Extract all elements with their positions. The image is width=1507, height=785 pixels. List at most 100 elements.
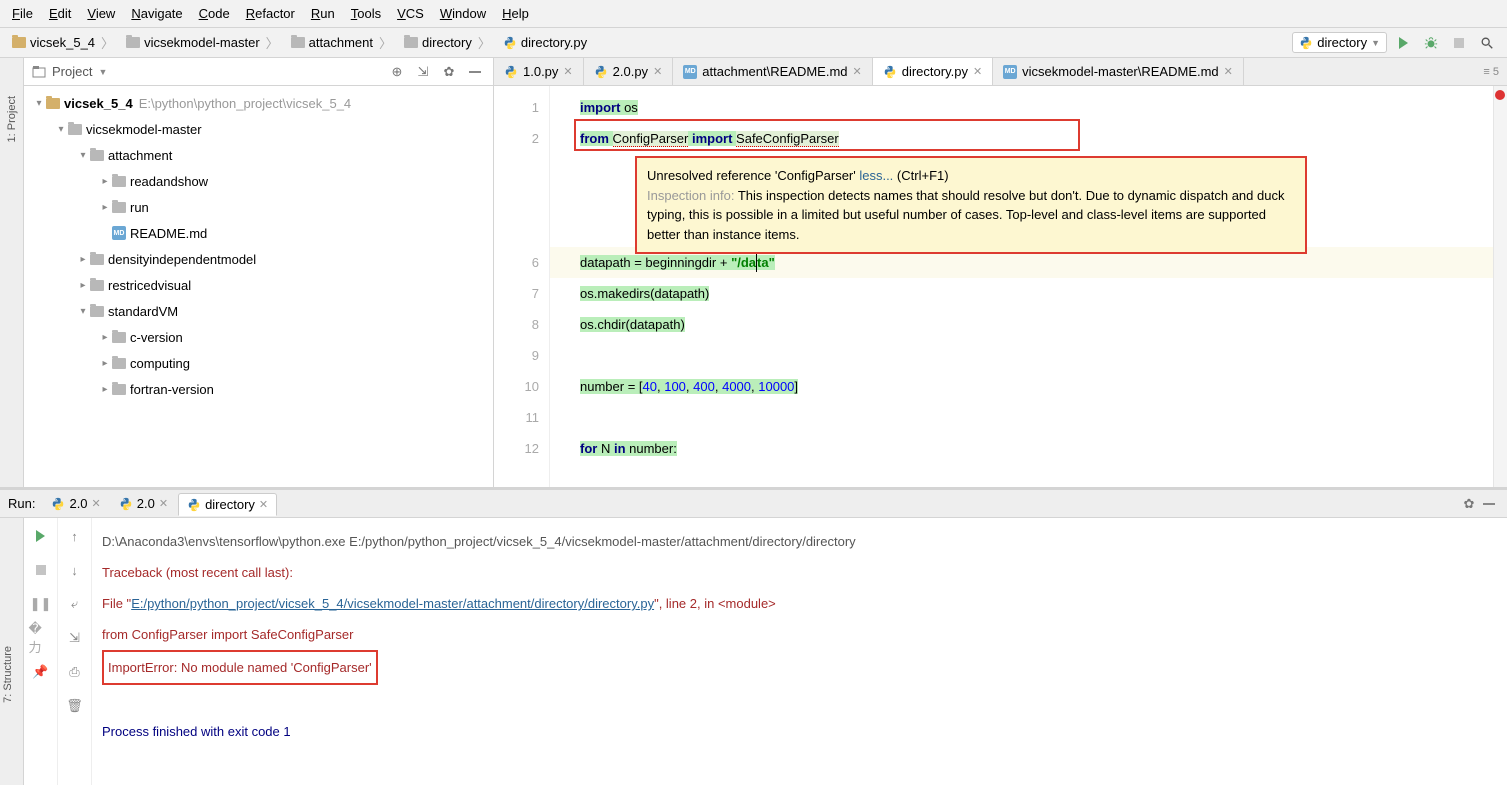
close-icon[interactable]: ✕ [1224,65,1233,78]
editor-tab[interactable]: 2.0.py✕ [584,58,674,85]
menu-edit[interactable]: Edit [41,2,79,25]
code-error-ref: SafeConfigParser [736,131,839,147]
run-tab[interactable]: 2.0 ✕ [111,493,176,514]
tree-root[interactable]: ▾ vicsek_5_4 E:\python\python_project\vi… [24,90,493,116]
locate-icon[interactable]: ⊕ [387,62,407,82]
tree-item[interactable]: MDREADME.md [24,220,493,246]
tooltip-info-text: This inspection detects names that shoul… [647,188,1284,242]
menu-file[interactable]: File [4,2,41,25]
menu-navigate[interactable]: Navigate [123,2,190,25]
editor-tab[interactable]: 1.0.py✕ [494,58,584,85]
close-icon[interactable]: ✕ [159,497,168,510]
project-tree[interactable]: ▾ vicsek_5_4 E:\python\python_project\vi… [24,86,493,487]
expand-icon[interactable]: ▸ [98,384,112,395]
up-button[interactable]: ↑ [63,524,87,548]
run-config-combo[interactable]: directory ▼ [1292,32,1387,53]
folder-icon [291,37,305,48]
expand-icon[interactable]: ▾ [54,124,68,135]
run-hide-icon[interactable] [1479,494,1499,514]
expand-icon[interactable]: ▸ [98,176,112,187]
stop-icon [36,565,46,575]
close-icon[interactable]: ✕ [653,65,662,78]
expand-icon[interactable]: ▾ [32,98,46,109]
menu-view[interactable]: View [79,2,123,25]
print-button[interactable]: ⎙ [63,660,87,684]
expand-icon[interactable]: ▸ [76,254,90,265]
editor-tab[interactable]: MDvicsekmodel-master\README.md✕ [993,58,1244,85]
run-tab[interactable]: directory ✕ [178,493,277,516]
console-traceback: Traceback (most recent call last): [102,557,1497,588]
menu-help[interactable]: Help [494,2,537,25]
menu-run[interactable]: Run [303,2,343,25]
breadcrumb-item[interactable]: directory〉 [400,31,497,54]
tree-item[interactable]: ▸ densityindependentmodel [24,246,493,272]
code-content[interactable]: import os from ConfigParser import SafeC… [550,86,1507,487]
expand-icon[interactable]: ▸ [76,280,90,291]
tooltip-shortcut: (Ctrl+F1) [893,168,948,183]
hide-icon[interactable] [465,62,485,82]
tree-item[interactable]: ▾vicsekmodel-master [24,116,493,142]
tree-item[interactable]: ▸fortran-version [24,376,493,402]
menu-vcs[interactable]: VCS [389,2,432,25]
editor-tab[interactable]: directory.py ✕ [873,58,993,85]
menu-code[interactable]: Code [191,2,238,25]
exit-button[interactable]: �力 [29,626,53,650]
console-output[interactable]: D:\Anaconda3\envs\tensorflow\python.exe … [92,518,1507,785]
menu-window[interactable]: Window [432,2,494,25]
settings-icon[interactable]: ✿ [439,62,459,82]
breadcrumb-item[interactable]: vicsekmodel-master〉 [122,31,285,54]
console-file-link[interactable]: E:/python/python_project/vicsek_5_4/vics… [131,596,654,611]
pause-button[interactable]: ❚❚ [29,592,53,616]
editor-tab[interactable]: MDattachment\README.md✕ [673,58,872,85]
debug-button[interactable] [1419,31,1443,55]
close-icon[interactable]: ✕ [92,497,101,510]
breadcrumb-file[interactable]: directory.py [499,33,591,52]
menu-tools[interactable]: Tools [343,2,389,25]
tooltip-less-link[interactable]: less... [859,168,893,183]
tree-item[interactable]: ▸run [24,194,493,220]
tree-item[interactable]: ▸computing [24,350,493,376]
tree-label: densityindependentmodel [108,252,256,267]
tree-item[interactable]: ▾attachment [24,142,493,168]
side-tab-structure[interactable]: 7: Structure [0,638,16,711]
run-button[interactable] [1391,31,1415,55]
rerun-button[interactable] [29,524,53,548]
folder-icon [126,37,140,48]
close-icon[interactable]: ✕ [973,65,982,78]
run-tabs: 2.0 ✕2.0 ✕directory ✕ [43,492,277,515]
tree-item[interactable]: ▸readandshow [24,168,493,194]
tab-label: directory.py [902,64,968,79]
code-editor[interactable]: 12 6789101112 import os from ConfigParse… [494,86,1507,487]
expand-icon[interactable]: ▸ [98,202,112,213]
pin-button[interactable]: 📌 [29,660,53,684]
stop-run-button[interactable] [29,558,53,582]
menu-refactor[interactable]: Refactor [238,2,303,25]
error-indicator-icon[interactable] [1495,90,1505,100]
stop-button[interactable] [1447,31,1471,55]
tabs-overflow[interactable]: ≡ 5 [1475,66,1507,78]
collapse-icon[interactable]: ⇲ [413,62,433,82]
side-tab-project[interactable]: 1: Project [4,88,20,150]
soft-wrap-button[interactable]: ⤶ [63,592,87,616]
search-button[interactable] [1475,31,1499,55]
code-num: 400 [693,379,715,394]
tree-item[interactable]: ▸ c-version [24,324,493,350]
close-icon[interactable]: ✕ [563,65,572,78]
close-icon[interactable]: ✕ [853,65,862,78]
run-tab[interactable]: 2.0 ✕ [43,493,108,514]
expand-icon[interactable]: ▾ [76,150,90,161]
breadcrumb-item[interactable]: vicsek_5_4〉 [8,31,120,54]
run-settings-icon[interactable]: ✿ [1459,494,1479,514]
down-button[interactable]: ↓ [63,558,87,582]
scroll-end-button[interactable]: ⇲ [63,626,87,650]
trash-button[interactable]: 🗑 [63,694,87,718]
expand-icon[interactable]: ▾ [76,306,90,317]
error-stripe[interactable] [1493,86,1507,487]
breadcrumb-item[interactable]: attachment〉 [287,31,398,54]
tree-label: c-version [130,330,183,345]
expand-icon[interactable]: ▸ [98,358,112,369]
expand-icon[interactable]: ▸ [98,332,112,343]
tree-item[interactable]: ▾standardVM [24,298,493,324]
close-icon[interactable]: ✕ [259,498,268,511]
tree-item[interactable]: ▸restricedvisual [24,272,493,298]
